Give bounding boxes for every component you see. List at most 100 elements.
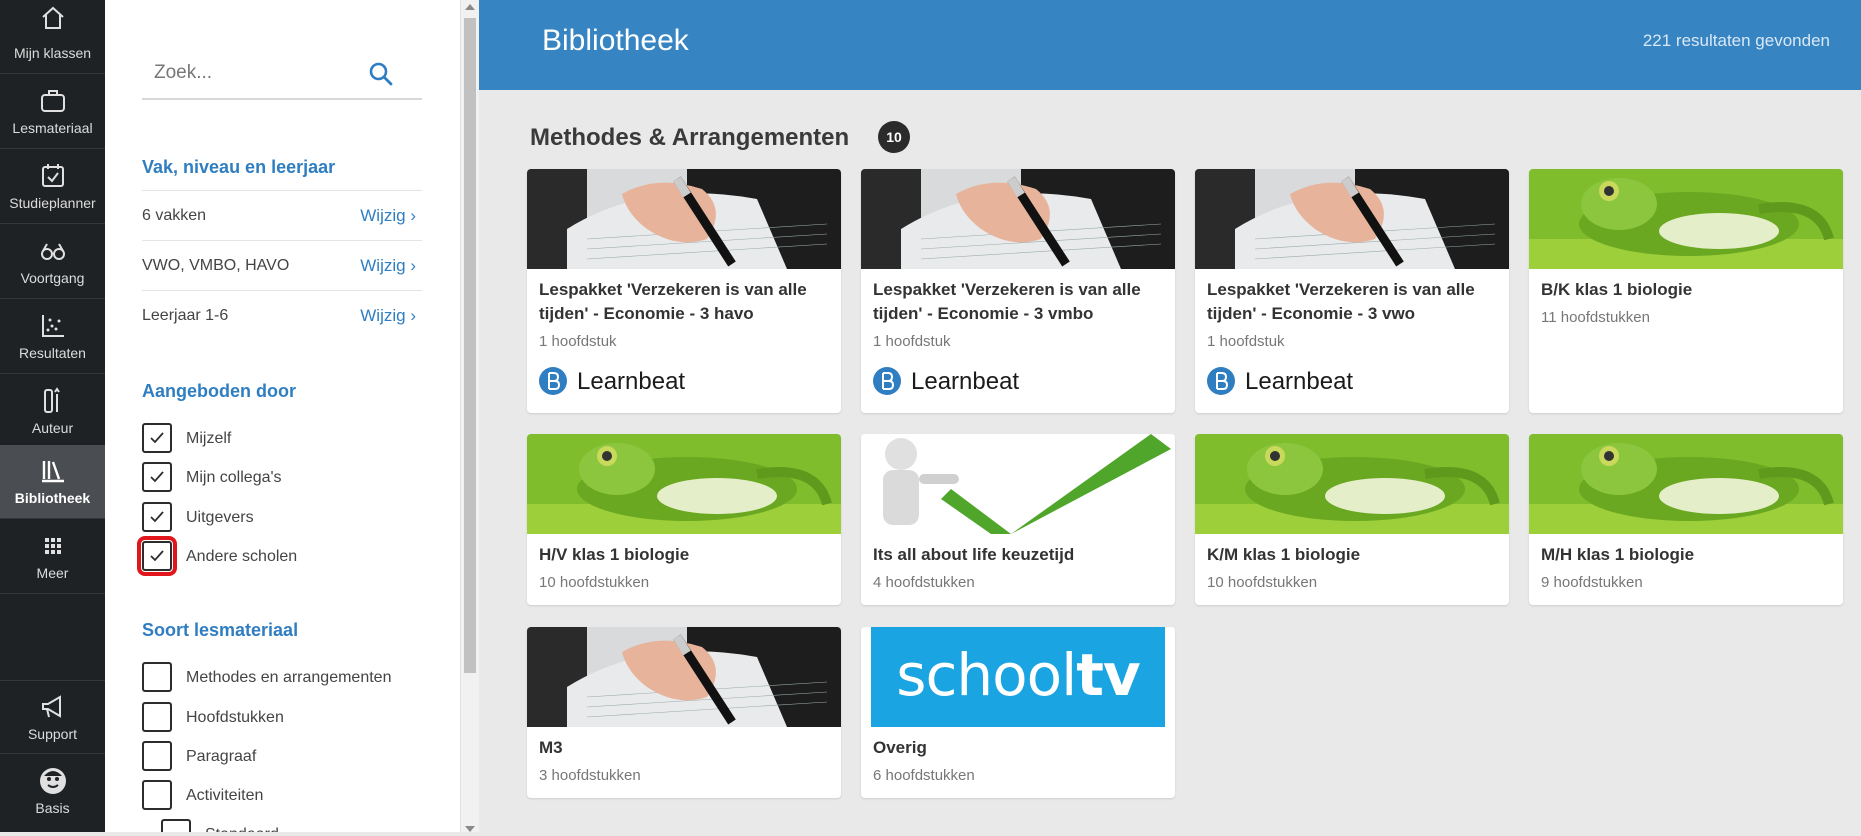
nav-item-meer[interactable]: Meer — [0, 520, 105, 594]
checkbox-box[interactable] — [142, 423, 172, 453]
checkmark-icon — [150, 471, 164, 483]
nav-label: Bibliotheek — [14, 490, 91, 506]
card-title: M3 — [539, 738, 563, 757]
card-subtitle: 11 hoofdstukken — [1541, 309, 1650, 326]
card-subtitle: 1 hoofdstuk — [1207, 333, 1285, 350]
frog-image — [1529, 169, 1843, 269]
checkbox-box[interactable] — [142, 462, 172, 492]
card-subtitle: 10 hoofdstukken — [1207, 574, 1318, 591]
nav-label: Mijn klassen — [13, 45, 92, 61]
checkmark-icon — [150, 432, 164, 444]
library-card[interactable]: Lespakket 'Verzekeren is van alle tijden… — [861, 169, 1175, 413]
card-subtitle: 10 hoofdstukken — [539, 574, 650, 591]
filter-row-vakken: 6 vakken Wijzig › — [142, 190, 422, 240]
nav-label: Support — [27, 726, 78, 742]
scrollbar-thumb[interactable] — [464, 18, 476, 673]
library-card[interactable]: H/V klas 1 biologie 10 hoofdstukken — [527, 434, 841, 605]
checkbox-mijn-collegas[interactable]: Mijn collega's — [142, 462, 422, 492]
page-title: Bibliotheek — [542, 24, 689, 57]
nav-label: Resultaten — [19, 345, 86, 361]
checkbox-label: Activiteiten — [186, 787, 264, 804]
scroll-up-arrow-icon[interactable] — [465, 4, 475, 10]
checkmark-icon — [150, 550, 164, 562]
library-card[interactable]: B/K klas 1 biologie 11 hoofdstukken — [1529, 169, 1843, 413]
nav-item-voortgang[interactable]: Voortgang — [0, 225, 105, 299]
nav-item-bibliotheek[interactable]: Bibliotheek — [0, 445, 105, 519]
checkbox-box[interactable] — [142, 780, 172, 810]
checkbox-paragraaf[interactable]: Paragraaf — [142, 741, 422, 771]
nav-item-basis[interactable]: Basis — [0, 755, 105, 836]
library-card[interactable]: schooltv Overig 6 hoofdstukken — [861, 627, 1175, 798]
pen-writing-image — [861, 169, 1175, 269]
learnbeat-logo-icon — [873, 367, 901, 395]
checkbox-hoofdstukken[interactable]: Hoofdstukken — [142, 702, 422, 732]
schooltv-image: schooltv — [861, 627, 1175, 727]
nav-item-mijn-klassen[interactable]: Mijn klassen — [0, 0, 105, 74]
wijzig-link[interactable]: Wijzig › — [360, 256, 416, 276]
search-input[interactable] — [154, 58, 374, 88]
library-card[interactable]: K/M klas 1 biologie 10 hoofdstukken — [1195, 434, 1509, 605]
pen-writing-image — [527, 627, 841, 727]
pen-writing-image — [527, 169, 841, 269]
section-heading: Methodes & Arrangementen — [530, 124, 850, 151]
search-box — [142, 50, 422, 100]
filter-row-niveau: VWO, VMBO, HAVO Wijzig › — [142, 240, 422, 290]
filter-row-value: Leerjaar 1-6 — [142, 307, 229, 324]
card-title: Lespakket 'Verzekeren is van alle tijden… — [873, 280, 1141, 323]
checkbox-label: Mijn collega's — [186, 469, 282, 486]
library-card[interactable]: M3 3 hoofdstukken — [527, 627, 841, 798]
checkbox-box[interactable] — [137, 536, 177, 576]
chevron-right-icon: › — [410, 256, 416, 275]
checkbox-box[interactable] — [142, 502, 172, 532]
checkbox-uitgevers[interactable]: Uitgevers — [142, 502, 422, 532]
wijzig-link[interactable]: Wijzig › — [360, 206, 416, 226]
filter-section-title: Aangeboden door — [142, 381, 296, 401]
nav-item-support[interactable]: Support — [0, 680, 105, 754]
card-title: Overig — [873, 738, 927, 757]
briefcase-icon — [0, 85, 105, 117]
learnbeat-logo-icon — [1207, 367, 1235, 395]
library-card[interactable]: Its all about life keuzetijd 4 hoofdstuk… — [861, 434, 1175, 605]
checkbox-activiteiten[interactable]: Activiteiten — [142, 780, 422, 810]
checkbox-box[interactable] — [142, 741, 172, 771]
checkbox-box[interactable] — [142, 662, 172, 692]
checkbox-mijzelf[interactable]: Mijzelf — [142, 423, 422, 453]
checkbox-box[interactable] — [142, 702, 172, 732]
bottom-edge — [0, 832, 565, 836]
card-subtitle: 3 hoofdstukken — [539, 767, 641, 784]
checkmark-figure-image — [861, 434, 1175, 534]
checkbox-label: Mijzelf — [186, 430, 232, 447]
nav-label: Lesmateriaal — [12, 120, 93, 136]
count-badge: 10 — [878, 121, 910, 153]
author-icon — [0, 385, 105, 417]
frog-image — [527, 434, 841, 534]
pen-writing-image — [1195, 169, 1509, 269]
wijzig-label: Wijzig — [360, 306, 406, 325]
card-title: B/K klas 1 biologie — [1541, 280, 1693, 299]
glasses-icon — [0, 235, 105, 267]
card-title: M/H klas 1 biologie — [1541, 545, 1695, 564]
checkmark-icon — [150, 511, 164, 523]
nav-label: Basis — [35, 800, 70, 816]
card-subtitle: 1 hoofdstuk — [539, 333, 617, 350]
nav-item-auteur[interactable]: Auteur — [0, 375, 105, 449]
nav-item-studieplanner[interactable]: Studieplanner — [0, 150, 105, 224]
learnbeat-logo-icon — [539, 367, 567, 395]
library-card[interactable]: M/H klas 1 biologie 9 hoofdstukken — [1529, 434, 1843, 605]
chevron-right-icon: › — [410, 206, 416, 225]
nav-item-resultaten[interactable]: Resultaten — [0, 300, 105, 374]
panel-scrollbar[interactable] — [460, 0, 479, 836]
nav-item-lesmateriaal[interactable]: Lesmateriaal — [0, 75, 105, 149]
card-subtitle: 6 hoofdstukken — [873, 767, 975, 784]
library-card[interactable]: Lespakket 'Verzekeren is van alle tijden… — [1195, 169, 1509, 413]
wijzig-link[interactable]: Wijzig › — [360, 306, 416, 326]
library-card[interactable]: Lespakket 'Verzekeren is van alle tijden… — [527, 169, 841, 413]
checkbox-methodes[interactable]: Methodes en arrangementen — [142, 662, 422, 692]
calendar-check-icon — [0, 160, 105, 192]
nav-label: Studieplanner — [9, 195, 96, 211]
grid-icon — [0, 530, 105, 562]
chevron-right-icon: › — [410, 306, 416, 325]
search-icon[interactable] — [368, 61, 394, 87]
checkbox-andere-scholen[interactable]: Andere scholen — [137, 536, 422, 576]
nav-label: Meer — [36, 565, 69, 581]
